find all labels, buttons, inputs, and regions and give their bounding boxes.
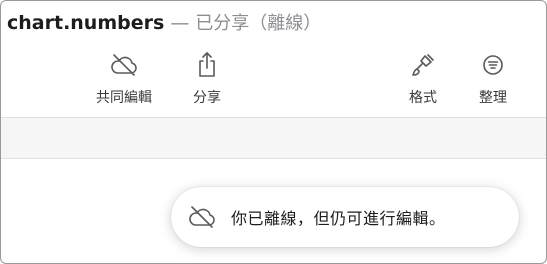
filter-lines-icon [473,51,513,79]
collaborate-button[interactable]: 共同編輯 [89,51,159,107]
content-divider [1,158,546,159]
cloud-offline-icon [187,204,217,230]
title-bar: chart.numbers — 已分享（離線） [7,9,321,35]
share-status: 已分享（離線） [195,13,322,34]
collaborate-label: 共同編輯 [96,90,152,106]
format-button[interactable]: 格式 [403,51,443,107]
document-title: chart.numbers [7,12,165,34]
format-label: 格式 [409,90,437,106]
paintbrush-icon [403,51,443,79]
offline-toast: 你已離線，但仍可進行編輯。 [171,187,519,247]
header-strip [1,118,546,158]
toast-message: 你已離線，但仍可進行編輯。 [231,209,446,228]
share-button[interactable]: 分享 [187,51,227,107]
organize-button[interactable]: 整理 [473,51,513,107]
app-window: chart.numbers — 已分享（離線） 共同編輯 分享 格式 整理 你已… [0,0,547,264]
share-icon [187,51,227,79]
title-separator: — [170,12,190,34]
cloud-offline-icon [89,51,159,79]
share-label: 分享 [193,90,221,106]
organize-label: 整理 [479,90,507,106]
